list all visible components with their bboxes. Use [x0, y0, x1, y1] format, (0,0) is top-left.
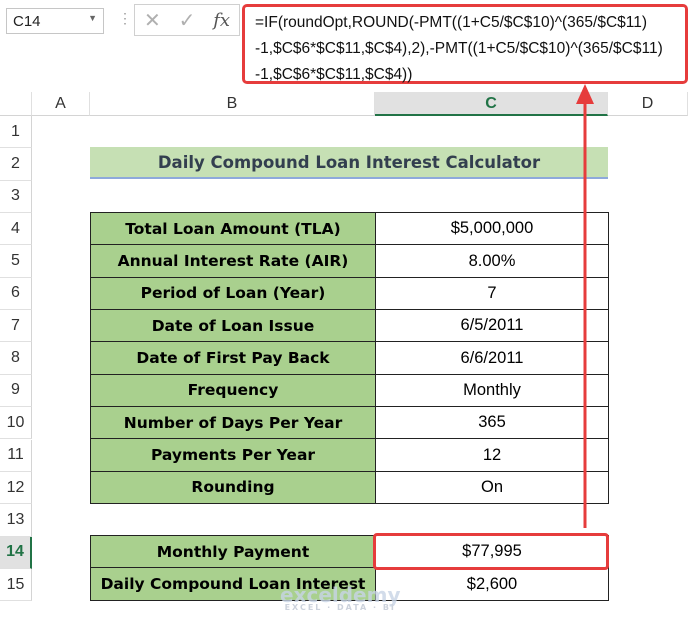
arrow-head-icon [576, 84, 594, 104]
arrow-annotation [576, 84, 594, 528]
watermark-tagline: EXCEL · DATA · BI [284, 603, 396, 612]
exceldemy-watermark: exceldemy EXCEL · DATA · BI [280, 583, 401, 612]
